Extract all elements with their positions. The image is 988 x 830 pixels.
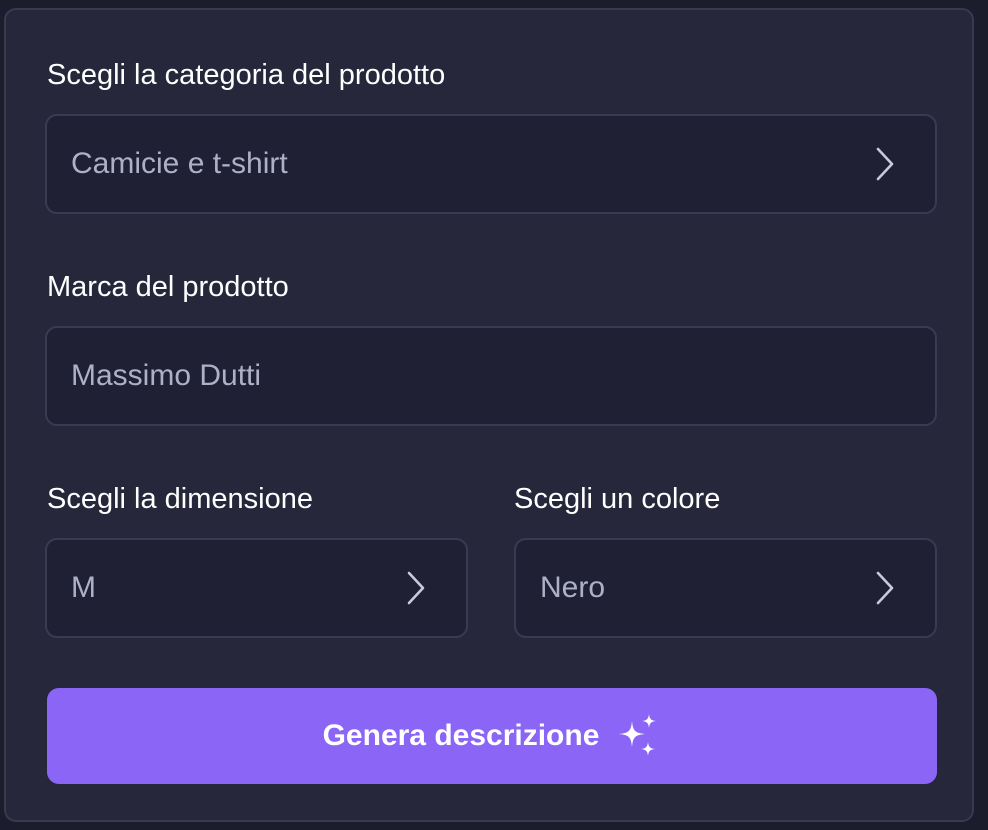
brand-input-value: Massimo Dutti [71, 359, 262, 392]
size-select[interactable]: M [45, 538, 468, 638]
color-select[interactable]: Nero [514, 538, 937, 638]
category-label: Scegli la categoria del prodotto [47, 59, 446, 91]
size-label: Scegli la dimensione [47, 483, 313, 515]
chevron-right-icon [876, 147, 894, 181]
color-select-value: Nero [540, 571, 606, 604]
category-select-value: Camicie e t-shirt [71, 147, 288, 180]
sparkles-icon [619, 714, 657, 756]
size-select-value: M [71, 571, 96, 604]
chevron-right-icon [876, 571, 894, 605]
generate-description-label: Genera descrizione [322, 719, 600, 752]
category-select[interactable]: Camicie e t-shirt [45, 114, 937, 214]
brand-input[interactable]: Massimo Dutti [45, 326, 937, 426]
product-form-card: Scegli la categoria del prodotto Camicie… [4, 8, 974, 822]
brand-label: Marca del prodotto [47, 271, 289, 303]
chevron-right-icon [407, 571, 425, 605]
color-label: Scegli un colore [514, 483, 721, 515]
generate-description-button[interactable]: Genera descrizione [47, 688, 937, 784]
